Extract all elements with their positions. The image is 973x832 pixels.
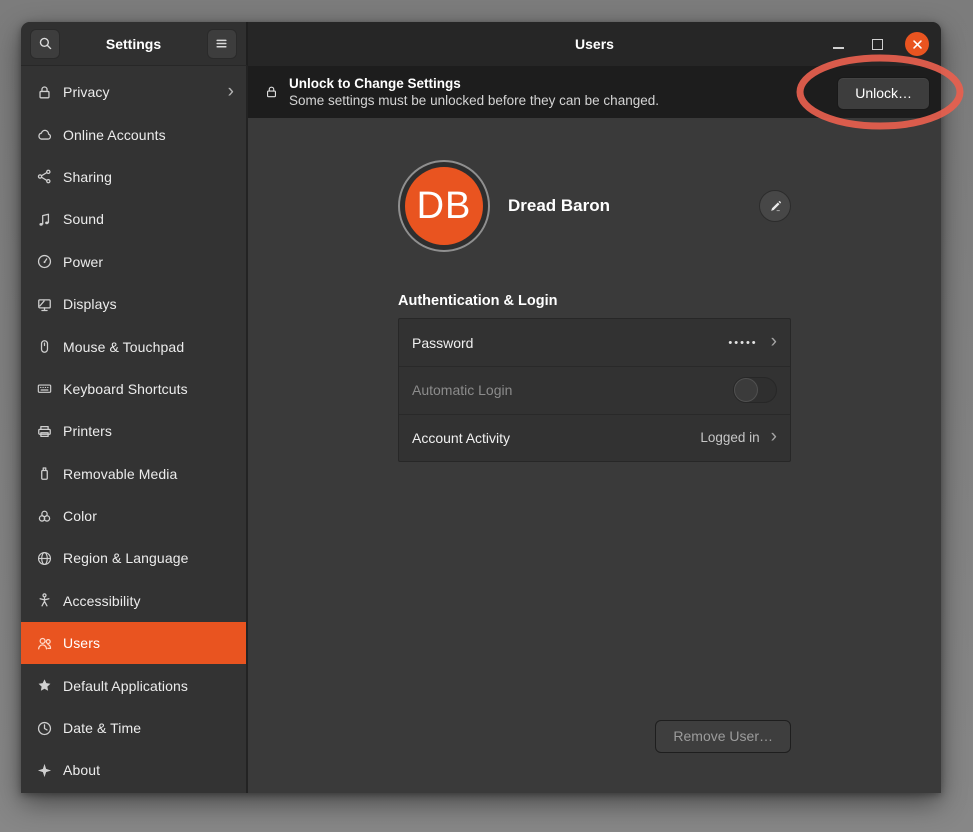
- chevron-right-icon: ›: [771, 332, 777, 351]
- keyboard-icon: [36, 380, 53, 397]
- avatar-initials: DB: [405, 167, 483, 245]
- sidebar-item-label: Online Accounts: [63, 127, 234, 143]
- account-activity-label: Account Activity: [412, 430, 700, 446]
- sidebar-item-date-time[interactable]: Date & Time: [21, 707, 246, 749]
- sidebar-item-label: Sharing: [63, 169, 234, 185]
- clock-icon: [36, 720, 53, 737]
- sidebar-item-removable-media[interactable]: Removable Media: [21, 453, 246, 495]
- flash-drive-icon: [36, 465, 53, 482]
- automatic-login-label: Automatic Login: [412, 382, 733, 398]
- sidebar-item-label: Privacy: [63, 84, 228, 100]
- users-panel: Unlock to Change Settings Some settings …: [248, 66, 941, 793]
- display-icon: [36, 296, 53, 313]
- lock-icon: [36, 84, 53, 101]
- sidebar-item-region-language[interactable]: Region & Language: [21, 537, 246, 579]
- toggle-knob: [734, 378, 758, 402]
- sidebar-item-label: Power: [63, 254, 234, 270]
- remove-user-button[interactable]: Remove User…: [655, 720, 791, 753]
- sidebar-item-label: Keyboard Shortcuts: [63, 381, 234, 397]
- globe-icon: [36, 550, 53, 567]
- sidebar-item-label: Region & Language: [63, 550, 234, 566]
- power-gauge-icon: [36, 253, 53, 270]
- sidebar-item-printers[interactable]: Printers: [21, 410, 246, 452]
- sidebar-item-label: Default Applications: [63, 678, 234, 694]
- maximize-icon: [872, 39, 883, 50]
- sidebar-item-privacy[interactable]: Privacy ›: [21, 71, 246, 113]
- main-headerbar: Users: [248, 22, 941, 66]
- rename-user-button[interactable]: [759, 190, 791, 222]
- unlock-banner: Unlock to Change Settings Some settings …: [248, 66, 941, 118]
- search-icon: [38, 36, 53, 51]
- window-controls: [827, 22, 929, 66]
- accessibility-icon: [36, 592, 53, 609]
- sidebar-item-default-applications[interactable]: Default Applications: [21, 664, 246, 706]
- user-full-name: Dread Baron: [508, 196, 759, 216]
- auth-section-heading: Authentication & Login: [398, 293, 791, 309]
- account-activity-row[interactable]: Account Activity Logged in ›: [399, 414, 790, 461]
- sidebar-item-label: Sound: [63, 211, 234, 227]
- password-label: Password: [412, 335, 728, 351]
- lock-icon: [264, 84, 279, 100]
- user-header: DB Dread Baron: [398, 160, 791, 252]
- sidebar-item-label: Displays: [63, 296, 234, 312]
- sidebar-item-label: Users: [63, 635, 234, 651]
- settings-sidebar: Privacy › Online Accounts: [21, 66, 248, 793]
- color-wheel-icon: [36, 508, 53, 525]
- sidebar-item-label: Color: [63, 508, 234, 524]
- sidebar-item-sound[interactable]: Sound: [21, 198, 246, 240]
- pencil-icon: [768, 199, 783, 214]
- account-activity-value: Logged in: [700, 430, 759, 445]
- share-icon: [36, 168, 53, 185]
- minimize-button[interactable]: [827, 33, 849, 55]
- chevron-right-icon: ›: [228, 82, 234, 101]
- sidebar-item-label: Mouse & Touchpad: [63, 339, 234, 355]
- sidebar-item-power[interactable]: Power: [21, 241, 246, 283]
- password-dots: •••••: [728, 337, 757, 349]
- users-icon: [36, 635, 53, 652]
- sidebar-item-label: About: [63, 762, 234, 778]
- unlock-banner-title: Unlock to Change Settings: [289, 75, 659, 92]
- sparkle-icon: [36, 762, 53, 779]
- desktop-background: Settings Users: [0, 0, 973, 832]
- sidebar-item-displays[interactable]: Displays: [21, 283, 246, 325]
- sidebar-item-accessibility[interactable]: Accessibility: [21, 580, 246, 622]
- sidebar-item-users[interactable]: Users: [21, 622, 246, 664]
- unlock-banner-subtitle: Some settings must be unlocked before th…: [289, 92, 659, 109]
- star-icon: [36, 677, 53, 694]
- sidebar-item-label: Accessibility: [63, 593, 234, 609]
- titlebar: Settings Users: [21, 22, 941, 66]
- menu-button[interactable]: [207, 29, 237, 59]
- sidebar-headerbar: Settings: [21, 22, 248, 66]
- unlock-banner-text: Unlock to Change Settings Some settings …: [289, 75, 659, 109]
- sidebar-item-keyboard-shortcuts[interactable]: Keyboard Shortcuts: [21, 368, 246, 410]
- sidebar-item-color[interactable]: Color: [21, 495, 246, 537]
- sidebar-item-sharing[interactable]: Sharing: [21, 156, 246, 198]
- music-note-icon: [36, 211, 53, 228]
- sidebar-item-mouse-touchpad[interactable]: Mouse & Touchpad: [21, 325, 246, 367]
- sidebar-item-about[interactable]: About: [21, 749, 246, 791]
- sidebar-item-online-accounts[interactable]: Online Accounts: [21, 113, 246, 155]
- settings-window: Settings Users: [21, 22, 941, 793]
- minimize-icon: [833, 47, 844, 49]
- settings-window-title: Settings: [106, 36, 161, 52]
- password-row[interactable]: Password ••••• ›: [399, 319, 790, 366]
- close-button[interactable]: [905, 32, 929, 56]
- unlock-button[interactable]: Unlock…: [837, 77, 930, 110]
- close-icon: [912, 39, 923, 50]
- search-button[interactable]: [30, 29, 60, 59]
- chevron-right-icon: ›: [771, 427, 777, 446]
- hamburger-menu-icon: [214, 36, 229, 51]
- auth-rows: Password ••••• › Automatic Login: [398, 318, 791, 462]
- sidebar-item-label: Date & Time: [63, 720, 234, 736]
- mouse-icon: [36, 338, 53, 355]
- maximize-button[interactable]: [866, 33, 888, 55]
- avatar[interactable]: DB: [398, 160, 490, 252]
- automatic-login-toggle[interactable]: [733, 377, 777, 403]
- sidebar-item-label: Removable Media: [63, 466, 234, 482]
- users-page: DB Dread Baron Authentication & Login: [248, 118, 941, 793]
- automatic-login-row: Automatic Login: [399, 366, 790, 413]
- sidebar-item-label: Printers: [63, 423, 234, 439]
- printer-icon: [36, 423, 53, 440]
- cloud-icon: [36, 126, 53, 143]
